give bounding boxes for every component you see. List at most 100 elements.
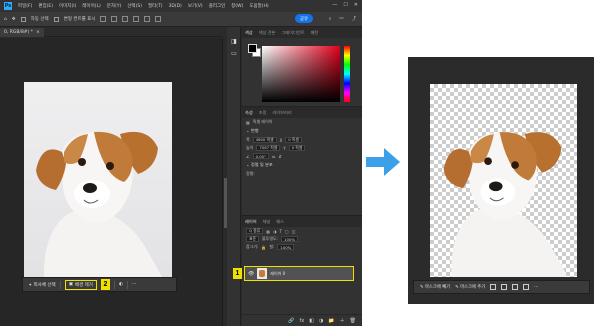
adjustment-layer-icon[interactable]: ◑ bbox=[319, 318, 323, 324]
menu-plugins[interactable]: 플러그인 bbox=[209, 3, 226, 9]
angle-field[interactable]: 0.00° bbox=[252, 153, 269, 159]
tab-gradients[interactable]: 그레이디언트 bbox=[281, 30, 304, 36]
layers-panel: 레이어 채널 패스 Q 종류 ▦ ◑ T ▢ ◫ 표준 불투명도: 100% 잠… bbox=[233, 215, 362, 326]
filter-shape-icon[interactable]: ▢ bbox=[285, 229, 289, 234]
more-button[interactable]: ··· bbox=[132, 282, 136, 287]
search-icon[interactable]: ⌕ bbox=[329, 16, 332, 22]
tab-adjustments[interactable]: 조정 bbox=[259, 110, 267, 116]
lock-label: 잠그기: bbox=[246, 244, 259, 249]
tab-patterns[interactable]: 패턴 bbox=[311, 30, 319, 36]
transform-section-header[interactable]: ⌄ 변형 bbox=[242, 126, 362, 136]
contextual-task-bar-after: ✎ 마스크에 빼기 ✎ 마스크에 추가 ··· bbox=[413, 280, 590, 294]
height-field[interactable]: 7067 픽셀 bbox=[256, 145, 281, 151]
blend-mode-dropdown[interactable]: 표준 bbox=[246, 236, 259, 242]
menu-3d[interactable]: 3D(D) bbox=[169, 4, 182, 9]
dog-image-cutout bbox=[443, 132, 568, 277]
width-field[interactable]: 4800 픽셀 bbox=[252, 137, 277, 143]
delete-layer-icon[interactable]: 🗑 bbox=[350, 318, 356, 324]
color-panel-tabs: 색상 색상 견본 그레이디언트 패턴 bbox=[242, 27, 362, 38]
align-middle-icon[interactable] bbox=[144, 16, 151, 22]
layer-name[interactable]: 레이어 0 bbox=[270, 271, 285, 277]
flip-horizontal-icon[interactable]: ⇋ bbox=[272, 154, 275, 159]
y-field[interactable]: 0 픽셀 bbox=[288, 145, 306, 151]
tab-layers[interactable]: 레이어 bbox=[245, 219, 257, 225]
show-transform-checkbox[interactable] bbox=[53, 16, 59, 22]
tab-color[interactable]: 색상 bbox=[245, 30, 253, 36]
auto-select-checkbox[interactable] bbox=[20, 16, 26, 22]
home-icon[interactable]: ⌂ bbox=[4, 17, 7, 22]
document-tab[interactable]: 0, RGB/8#) * × bbox=[0, 28, 44, 37]
workspace-icon[interactable]: ▭ bbox=[339, 16, 343, 22]
tab-libraries[interactable]: 라이브러리 bbox=[272, 110, 291, 116]
blend-row: 표준 불투명도: 100% bbox=[242, 235, 362, 243]
opacity-field[interactable]: 100% bbox=[281, 236, 298, 242]
move-tool-icon[interactable]: ✥ bbox=[12, 17, 16, 22]
filter-adjust-icon[interactable]: ◑ bbox=[273, 229, 277, 234]
mask-option-icon[interactable] bbox=[501, 284, 508, 290]
add-mask-icon[interactable]: ◧ bbox=[309, 318, 314, 324]
new-layer-icon[interactable]: ＋ bbox=[340, 317, 345, 324]
mask-option-icon[interactable] bbox=[512, 284, 519, 290]
distribute-icon[interactable] bbox=[155, 16, 162, 22]
visibility-eye-icon[interactable]: 👁 bbox=[248, 271, 254, 277]
tab-channels[interactable]: 채널 bbox=[263, 219, 271, 225]
separator bbox=[59, 280, 61, 289]
minimize-button[interactable]: — bbox=[332, 2, 337, 8]
window-controls: — ☐ ✕ bbox=[332, 2, 358, 8]
hue-slider[interactable] bbox=[344, 46, 350, 102]
link-layers-icon[interactable]: 🔗 bbox=[288, 318, 294, 324]
menu-select[interactable]: 선택(S) bbox=[127, 3, 142, 9]
remove-background-button[interactable]: ▣ 배경 제거 bbox=[64, 279, 97, 290]
align-center-icon[interactable] bbox=[111, 16, 118, 22]
add-mask-button[interactable]: ✎ 마스크에 추가 bbox=[455, 284, 485, 290]
menu-window[interactable]: 창(W) bbox=[231, 3, 243, 9]
foreground-color-swatch[interactable] bbox=[248, 44, 257, 53]
flip-vertical-icon[interactable]: ⇵ bbox=[278, 154, 281, 159]
subtract-mask-button[interactable]: ✎ 마스크에 빼기 bbox=[420, 284, 450, 290]
layer-filter-dropdown[interactable]: Q 종류 bbox=[246, 228, 264, 234]
contrast-icon[interactable]: ◐ bbox=[119, 282, 123, 287]
align-right-icon[interactable] bbox=[122, 16, 129, 22]
menu-filter[interactable]: 필터(T) bbox=[148, 3, 163, 9]
lock-icon[interactable]: 🔒 bbox=[261, 245, 266, 250]
mask-option-icon[interactable] bbox=[490, 284, 497, 290]
menu-layer[interactable]: 레이어(L) bbox=[82, 3, 100, 9]
color-picker-field[interactable] bbox=[262, 46, 340, 102]
align-left-icon[interactable] bbox=[100, 16, 107, 22]
tab-properties[interactable]: 속성 bbox=[245, 110, 253, 116]
menu-image[interactable]: 이미지(I) bbox=[59, 3, 76, 9]
maximize-button[interactable]: ☐ bbox=[343, 2, 347, 8]
remove-background-label: 배경 제거 bbox=[74, 282, 93, 288]
filter-pixel-icon[interactable]: ▦ bbox=[266, 229, 270, 234]
fill-field[interactable]: 100% bbox=[277, 244, 295, 250]
menu-view[interactable]: 보기(V) bbox=[188, 3, 203, 9]
share-icon[interactable]: ⤴ bbox=[352, 16, 357, 22]
menu-file[interactable]: 파일(F) bbox=[18, 3, 32, 9]
align-section-header[interactable]: ⌄ 정렬 및 분포 bbox=[242, 160, 362, 170]
close-tab-icon[interactable]: × bbox=[36, 30, 40, 35]
menu-type[interactable]: 문자(Y) bbox=[107, 3, 122, 9]
properties-tabs: 속성 조정 라이브러리 bbox=[242, 107, 362, 118]
layer-row[interactable]: 1 👁 레이어 0 bbox=[233, 266, 354, 281]
mask-option-icon[interactable] bbox=[523, 284, 530, 290]
options-bar: ⌂ ✥ 자동 선택 변형 컨트롤 표시 공유 ⌕ ▭ ⤴ bbox=[0, 12, 362, 27]
menu-edit[interactable]: 편집(E) bbox=[38, 3, 53, 9]
tab-swatches[interactable]: 색상 견본 bbox=[259, 30, 276, 36]
align-top-icon[interactable] bbox=[133, 16, 140, 22]
comment-icon[interactable]: ▭ bbox=[230, 49, 238, 57]
height-label: 높이 bbox=[246, 145, 254, 150]
layers-bottom-toolbar: 🔗 fx ◧ ◑ 📁 ＋ 🗑 bbox=[242, 314, 362, 326]
fx-icon[interactable]: fx bbox=[300, 318, 305, 324]
close-window-button[interactable]: ✕ bbox=[354, 2, 358, 8]
x-field[interactable]: 0 픽셀 bbox=[285, 137, 302, 143]
more-button[interactable]: ··· bbox=[534, 285, 538, 290]
new-group-icon[interactable]: 📁 bbox=[328, 318, 334, 324]
menu-help[interactable]: 도움말(H) bbox=[249, 3, 268, 9]
color-panel-icon[interactable]: ◨ bbox=[230, 37, 238, 45]
share-button[interactable]: 공유 bbox=[295, 14, 313, 23]
filter-smart-icon[interactable]: ◫ bbox=[292, 229, 296, 234]
document-tab-bar: 0, RGB/8#) * × bbox=[0, 27, 222, 37]
filter-type-icon[interactable]: T bbox=[279, 229, 281, 234]
tab-paths[interactable]: 패스 bbox=[276, 219, 284, 225]
select-subject-button[interactable]: ⌖ 피사체 선택 bbox=[29, 282, 56, 288]
